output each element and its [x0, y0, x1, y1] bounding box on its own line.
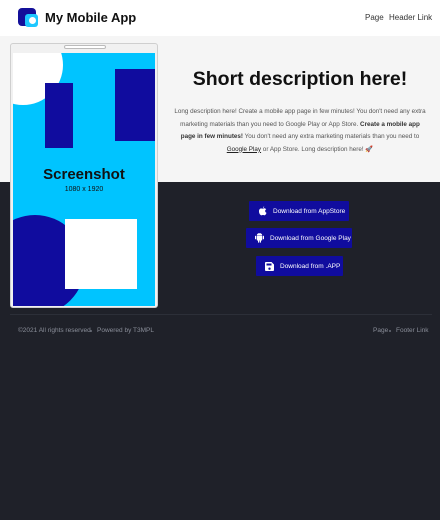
- footer-link-footer[interactable]: Footer Link: [396, 327, 429, 334]
- footer-link-page[interactable]: Page: [373, 327, 388, 334]
- app-title[interactable]: My Mobile App: [45, 10, 136, 25]
- app-logo-icon[interactable]: [18, 8, 38, 28]
- decor-rect-left: [45, 83, 73, 148]
- desc-text-2: You don't need any extra marketing mater…: [243, 133, 420, 140]
- screenshot-placeholder: Screenshot 1080 x 1920: [13, 53, 155, 306]
- footer-powered-link[interactable]: Powered by T3MPL: [97, 327, 154, 334]
- footer-divider: [10, 314, 432, 315]
- hero-description: Long description here! Create a mobile a…: [172, 106, 428, 156]
- download-appstore-label: Download from AppStore: [273, 207, 346, 215]
- rocket-icon: 🚀: [365, 145, 374, 153]
- phone-mockup: Screenshot 1080 x 1920: [10, 43, 158, 308]
- top-header: My Mobile App Page Header Link: [0, 0, 440, 36]
- download-app-button[interactable]: Download from .APP: [256, 256, 343, 276]
- footer-copyright: ©2021 All rights reserved: [18, 327, 91, 334]
- download-app-label: Download from .APP: [280, 262, 341, 270]
- decor-square-white: [65, 219, 137, 289]
- android-icon: [254, 233, 264, 243]
- download-googleplay-label: Download from Google Play: [270, 234, 351, 242]
- apple-icon: [257, 206, 267, 216]
- download-appstore-button[interactable]: Download from AppStore: [249, 201, 349, 221]
- hero-title: Short description here!: [192, 68, 408, 90]
- footer-separator-dot: [90, 330, 92, 332]
- download-googleplay-button[interactable]: Download from Google Play: [246, 228, 352, 248]
- save-disk-icon: [264, 261, 274, 271]
- nav-link-page[interactable]: Page: [365, 13, 384, 22]
- decor-rect-right: [115, 69, 155, 141]
- nav-link-header[interactable]: Header Link: [389, 13, 432, 22]
- desc-text-3: or App Store. Long description here!: [261, 145, 366, 153]
- screenshot-label: Screenshot: [43, 166, 125, 183]
- footer-separator-dot: [389, 330, 391, 332]
- logo-front-shape: [25, 14, 38, 27]
- phone-speaker: [64, 45, 106, 49]
- screenshot-size: 1080 x 1920: [64, 186, 104, 193]
- google-play-link[interactable]: Google Play: [227, 146, 261, 153]
- logo-dot-shape: [29, 17, 36, 24]
